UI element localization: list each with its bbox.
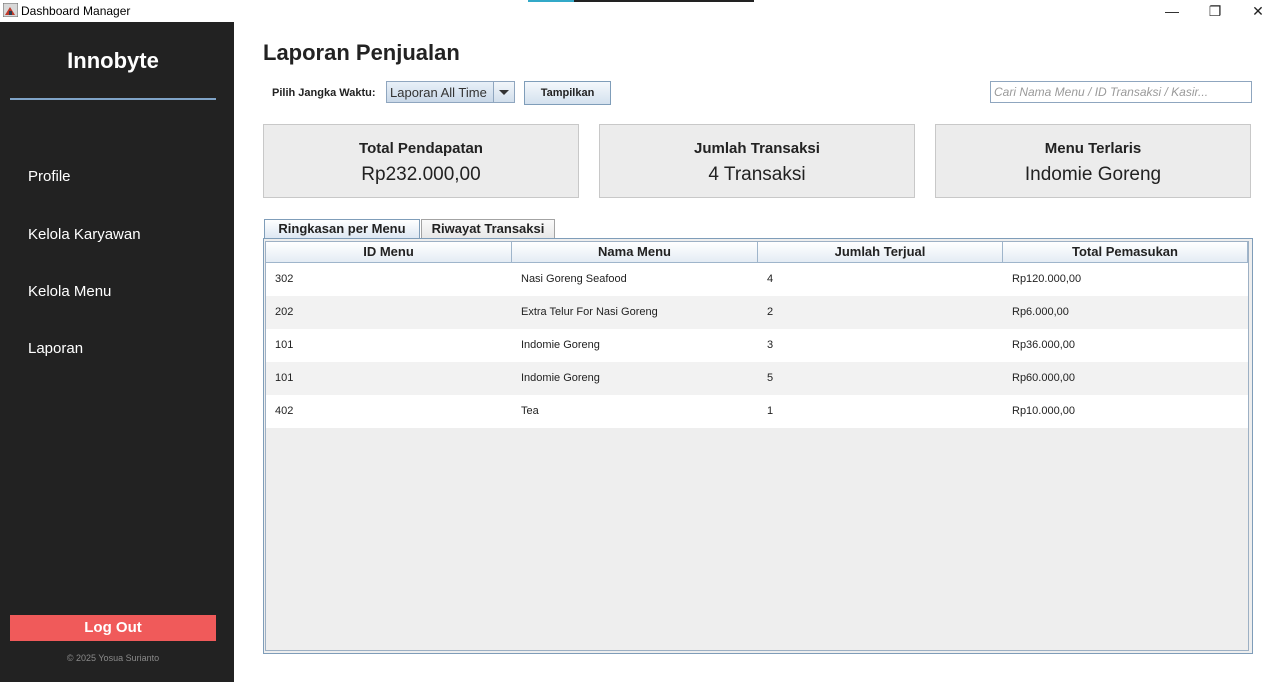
table-row[interactable]: 101 Indomie Goreng 3 Rp36.000,00 <box>266 329 1248 362</box>
cell-jumlah-terjual: 1 <box>767 405 774 417</box>
cell-total-pemasukan: Rp120.000,00 <box>1012 273 1082 285</box>
card-value: 4 Transaksi <box>708 164 806 185</box>
cell-id-menu: 101 <box>275 339 294 351</box>
chevron-down-icon[interactable] <box>493 82 514 102</box>
sidebar-item-kelola-menu[interactable]: Kelola Menu <box>28 283 111 300</box>
column-header-jumlah-terjual[interactable]: Jumlah Terjual <box>758 242 1003 263</box>
time-range-label: Pilih Jangka Waktu: <box>272 87 376 99</box>
cell-nama-menu: Extra Telur For Nasi Goreng <box>521 306 658 318</box>
card-best-seller: Menu Terlaris Indomie Goreng <box>935 124 1251 198</box>
card-title: Menu Terlaris <box>1044 140 1142 157</box>
cell-total-pemasukan: Rp60.000,00 <box>1012 372 1075 384</box>
table-row[interactable]: 202 Extra Telur For Nasi Goreng 2 Rp6.00… <box>266 296 1248 329</box>
show-button[interactable]: Tampilkan <box>524 81 611 105</box>
window-title-bar: Dashboard Manager — ❐ ✕ <box>0 0 1280 22</box>
tab-ringkasan-per-menu[interactable]: Ringkasan per Menu <box>264 219 420 239</box>
cell-id-menu: 202 <box>275 306 294 318</box>
cell-jumlah-terjual: 4 <box>767 273 774 285</box>
card-transaction-count: Jumlah Transaksi 4 Transaksi <box>599 124 915 198</box>
card-total-revenue: Total Pendapatan Rp232.000,00 <box>263 124 579 198</box>
brand-title: Innobyte <box>67 48 159 73</box>
column-header-total-pemasukan[interactable]: Total Pemasukan <box>1003 242 1248 263</box>
search-input[interactable] <box>990 81 1252 103</box>
sidebar-item-kelola-karyawan[interactable]: Kelola Karyawan <box>28 226 141 243</box>
table-row[interactable]: 302 Nasi Goreng Seafood 4 Rp120.000,00 <box>266 263 1248 296</box>
close-button[interactable]: ✕ <box>1238 0 1278 22</box>
minimize-button[interactable]: — <box>1152 0 1192 22</box>
table-header: ID Menu Nama Menu Jumlah Terjual Total P… <box>266 242 1248 263</box>
brand-underline <box>10 98 216 100</box>
cell-id-menu: 302 <box>275 273 294 285</box>
sidebar-item-profile[interactable]: Profile <box>28 168 71 185</box>
cell-nama-menu: Indomie Goreng <box>521 372 600 384</box>
card-value: Indomie Goreng <box>1024 164 1162 185</box>
card-title: Total Pendapatan <box>359 140 483 157</box>
page-title: Laporan Penjualan <box>263 40 460 65</box>
tab-riwayat-transaksi[interactable]: Riwayat Transaksi <box>421 219 555 239</box>
cell-total-pemasukan: Rp36.000,00 <box>1012 339 1075 351</box>
cell-jumlah-terjual: 5 <box>767 372 774 384</box>
cell-nama-menu: Nasi Goreng Seafood <box>521 273 627 285</box>
top-edge-accent <box>528 0 574 2</box>
copyright-text: © 2025 Yosua Surianto <box>66 653 160 663</box>
time-range-select[interactable]: Laporan All Time <box>386 81 515 103</box>
restore-button[interactable]: ❐ <box>1195 0 1235 22</box>
cell-id-menu: 101 <box>275 372 294 384</box>
logout-button[interactable]: Log Out <box>10 615 216 641</box>
table-row[interactable]: 101 Indomie Goreng 5 Rp60.000,00 <box>266 362 1248 395</box>
cell-jumlah-terjual: 2 <box>767 306 774 318</box>
time-range-value: Laporan All Time <box>390 85 487 100</box>
cell-nama-menu: Tea <box>521 405 539 417</box>
table-row[interactable]: 402 Tea 1 Rp10.000,00 <box>266 395 1248 428</box>
window-title: Dashboard Manager <box>21 4 131 18</box>
sidebar: Innobyte Profile Kelola Karyawan Kelola … <box>0 22 234 682</box>
cell-jumlah-terjual: 3 <box>767 339 774 351</box>
cell-id-menu: 402 <box>275 405 294 417</box>
app-icon <box>3 3 18 17</box>
column-header-nama-menu[interactable]: Nama Menu <box>512 242 758 263</box>
card-value: Rp232.000,00 <box>361 164 481 185</box>
cell-nama-menu: Indomie Goreng <box>521 339 600 351</box>
cell-total-pemasukan: Rp10.000,00 <box>1012 405 1075 417</box>
cell-total-pemasukan: Rp6.000,00 <box>1012 306 1069 318</box>
card-title: Jumlah Transaksi <box>694 140 820 157</box>
sales-table[interactable]: ID Menu Nama Menu Jumlah Terjual Total P… <box>265 241 1249 651</box>
column-header-id-menu[interactable]: ID Menu <box>266 242 512 263</box>
sidebar-item-laporan[interactable]: Laporan <box>28 340 83 357</box>
